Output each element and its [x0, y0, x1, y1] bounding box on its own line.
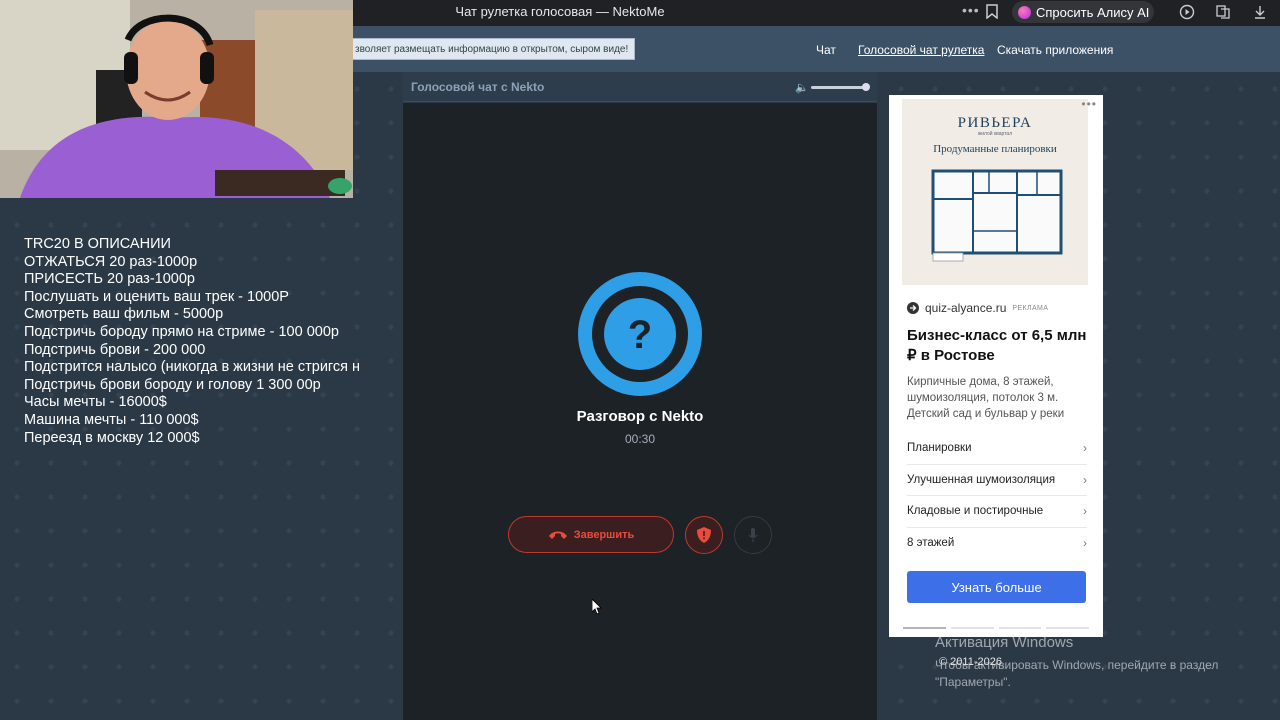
windows-activation-heading: Активация Windows [935, 634, 1074, 651]
ad-image[interactable]: РИВЬЕРА жилой квартал Продуманные планир… [902, 99, 1088, 285]
avatar-glyph: ? [628, 313, 652, 357]
donation-line: Подстричь брови бороду и голову 1 300 00… [24, 376, 321, 393]
ad-source[interactable]: quiz-alyance.ru РЕКЛАМА [907, 301, 1048, 315]
ad-link-label: Планировки [907, 442, 972, 455]
ad-link-storage[interactable]: Кладовые и постирочные › [907, 496, 1087, 528]
donation-line: Смотреть ваш фильм - 5000р [24, 306, 224, 323]
ad-learn-more-button[interactable]: Узнать больше [907, 571, 1086, 603]
chevron-right-icon: › [1083, 472, 1087, 487]
ad-headline[interactable]: Бизнес-класс от 6,5 млн ₽ в Ростове [907, 326, 1093, 366]
advertisement[interactable]: РИВЬЕРА жилой квартал Продуманные планир… [889, 95, 1103, 637]
ad-domain: quiz-alyance.ru [925, 301, 1007, 315]
collections-icon[interactable] [1215, 4, 1231, 20]
chevron-right-icon: › [1083, 504, 1087, 519]
end-call-label: Завершить [573, 528, 635, 541]
report-button[interactable] [685, 516, 723, 554]
chat-header-title: Голосовой чат с Nekto [411, 80, 545, 94]
caller-name: Разговор с Nekto [576, 408, 704, 425]
bookmark-icon[interactable] [986, 4, 998, 19]
ad-brand-logo: РИВЬЕРА [957, 115, 1033, 131]
mouse-cursor-icon [592, 599, 602, 615]
floor-plan-image [929, 165, 1067, 263]
nav-voice-chat-link[interactable]: Голосовой чат рулетка [858, 43, 984, 57]
shield-icon [697, 527, 711, 543]
ad-link-layouts[interactable]: Планировки › [907, 433, 1087, 465]
ad-sitelinks: Планировки › Улучшенная шумоизоляция › Кла… [907, 433, 1087, 559]
play-icon[interactable] [1179, 4, 1195, 20]
ad-options-icon[interactable]: ••• [1081, 97, 1097, 111]
nav-download-apps-link[interactable]: Скачать приложения [997, 43, 1113, 57]
ask-alice-label: Спросить Алису AI [1036, 4, 1150, 20]
ask-alice-button[interactable]: Спросить Алису AI [1012, 1, 1154, 23]
arrow-circle-icon [907, 302, 919, 314]
chevron-right-icon: › [1083, 441, 1087, 456]
ad-link-soundproofing[interactable]: Улучшенная шумоизоляция › [907, 465, 1087, 496]
ad-link-label: Кладовые и постирочные [907, 505, 1044, 518]
speaker-icon[interactable]: 🔈 [795, 81, 809, 94]
donation-list: TRC20 В ОПИСАНИИ ОТЖАТЬСЯ 20 раз-1000р П… [24, 236, 376, 447]
voice-chat-panel: ? Разговор с Nekto 00:30 Завершить [403, 103, 877, 720]
site-notice: зволяет размещать информацию в открытом,… [352, 38, 636, 60]
volume-slider-handle[interactable] [862, 83, 871, 91]
chevron-right-icon: › [1083, 536, 1087, 551]
ad-carousel-indicator [903, 627, 1089, 630]
ad-slogan: Продуманные планировки [933, 143, 1057, 155]
donation-line: Машина мечты - 110 000$ [24, 411, 199, 428]
donation-line: Подстрится налысо (никогда в жизни не ст… [24, 359, 361, 376]
ad-link-label: 8 этажей [907, 537, 955, 550]
volume-control[interactable]: 🔈 [795, 81, 875, 94]
donation-line: ПРИСЕСТЬ 20 раз-1000р [24, 271, 195, 288]
ad-description: Кирпичные дома, 8 этажей, шумоизоляция, … [907, 376, 1065, 420]
donation-line: TRC20 В ОПИСАНИИ [24, 236, 171, 252]
end-call-button[interactable]: Завершить [508, 516, 674, 553]
alice-icon [1018, 5, 1031, 19]
donation-line: ОТЖАТЬСЯ 20 раз-1000р [24, 253, 198, 270]
unknown-user-avatar: ? [578, 272, 702, 396]
nav-chat-link[interactable]: Чат [816, 43, 836, 57]
copyright: © 2011-2026 [939, 656, 1002, 668]
donation-line: Послушать и оценить ваш трек - 1000Р [24, 288, 289, 305]
microphone-icon [748, 528, 758, 542]
donation-line: Часы мечты - 16000$ [24, 394, 167, 411]
ad-link-floors[interactable]: 8 этажей › [907, 528, 1087, 560]
hang-up-icon [548, 531, 567, 539]
ad-label: РЕКЛАМА [1012, 304, 1049, 312]
webcam-overlay [0, 0, 353, 198]
volume-slider[interactable] [811, 86, 869, 89]
call-timer: 00:30 [624, 432, 656, 446]
ad-link-label: Улучшенная шумоизоляция [907, 473, 1056, 486]
donation-line: Переезд в москву 12 000$ [24, 429, 200, 446]
donation-line: Подстричь брови - 200 000 [24, 341, 206, 358]
ad-brand-subtitle: жилой квартал [977, 131, 1013, 137]
donation-line: Подстричь бороду прямо на стриме - 100 0… [24, 323, 339, 340]
chat-header: Голосовой чат с Nekto 🔈 [403, 72, 877, 102]
more-icon[interactable]: ••• [962, 2, 980, 18]
mute-button[interactable] [734, 516, 772, 554]
download-icon[interactable] [1252, 4, 1268, 20]
